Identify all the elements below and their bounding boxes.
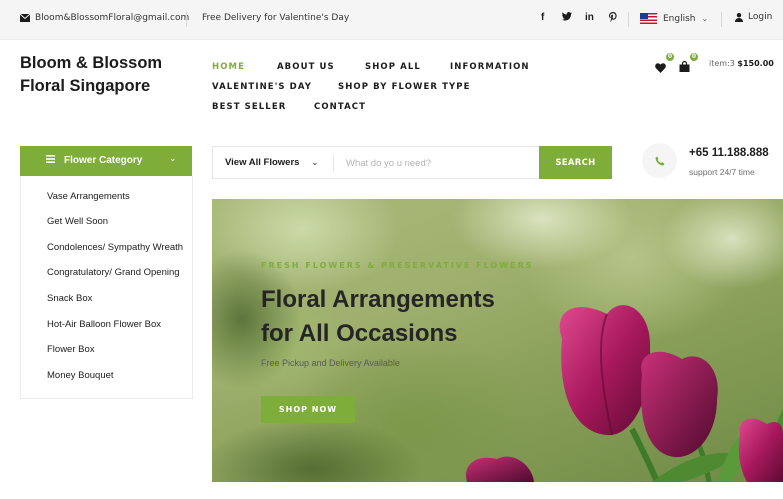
category-item[interactable]: Get Well Soon: [47, 216, 108, 227]
delivery-notice: Free Delivery for Valentine's Day: [202, 13, 350, 23]
category-title: Flower Category: [64, 155, 143, 166]
search-input[interactable]: [346, 156, 536, 170]
login-label: Login: [748, 12, 773, 22]
cart-items-label: item:3: [709, 59, 735, 68]
search-button[interactable]: SEARCH: [539, 146, 612, 179]
nav-contact[interactable]: CONTACT: [314, 102, 366, 112]
hamburger-icon: [46, 155, 55, 163]
hero-banner: FRESH FLOWERS & PRESERVATIVE FLOWERS Flo…: [212, 199, 783, 482]
top-bar: Bloom&BlossomFloral@gmail.com Free Deliv…: [0, 0, 783, 40]
search-category-select[interactable]: View All Flowers ⌄: [225, 157, 318, 168]
hero-title: Floral Arrangements for All Occasions: [261, 283, 581, 351]
phone-number[interactable]: +65 11.188.888: [689, 147, 769, 159]
search-category-label: View All Flowers: [225, 157, 300, 168]
cart-button[interactable]: 0: [679, 53, 698, 76]
category-item[interactable]: Money Bouquet: [47, 370, 114, 381]
category-item[interactable]: Vase Arrangements: [47, 191, 130, 202]
twitter-icon[interactable]: [562, 12, 572, 24]
category-item[interactable]: Flower Box: [47, 344, 95, 355]
category-item[interactable]: Hot-Air Balloon Flower Box: [47, 319, 161, 330]
us-flag-icon: [640, 13, 657, 24]
nav-shop-all[interactable]: SHOP ALL: [365, 62, 421, 72]
nav-about-us[interactable]: ABOUT US: [277, 62, 335, 72]
divider: [186, 12, 187, 27]
site-header: Bloom & Blossom Floral Singapore HOME AB…: [0, 40, 783, 143]
login-link[interactable]: Login: [735, 12, 772, 22]
hero-kicker: FRESH FLOWERS & PRESERVATIVE FLOWERS: [261, 261, 534, 270]
wishlist-count-badge: 0: [666, 53, 674, 61]
logo-line-2: Floral Singapore: [20, 77, 151, 95]
hero-title-line-2: for All Occasions: [261, 320, 458, 347]
nav-valentines-day[interactable]: VALENTINE'S DAY: [212, 82, 312, 92]
envelope-icon: [20, 14, 30, 22]
nav-best-seller[interactable]: BEST SELLER: [212, 102, 286, 112]
divider: [721, 12, 722, 27]
phone-icon-circle: [642, 143, 677, 178]
cart-summary: item:3 $150.00: [709, 59, 774, 68]
flower-category-toggle[interactable]: Flower Category ⌄: [20, 146, 192, 176]
pinterest-icon[interactable]: [609, 12, 617, 24]
support-text: support 24/7 time: [689, 167, 755, 177]
hero-title-line-1: Floral Arrangements: [261, 286, 495, 313]
user-icon: [735, 12, 743, 22]
chevron-down-icon: ⌄: [169, 154, 177, 164]
category-list: Vase Arrangements Get Well Soon Condolen…: [20, 176, 193, 399]
email-text: Bloom&BlossomFloral@gmail.com: [35, 13, 190, 23]
header-email[interactable]: Bloom&BlossomFloral@gmail.com: [20, 13, 189, 23]
facebook-icon[interactable]: f: [541, 12, 544, 23]
shopping-bag-icon: [679, 60, 690, 72]
shop-now-button[interactable]: SHOP NOW: [261, 396, 355, 423]
category-item[interactable]: Condolences/ Sympathy Wreath: [47, 242, 183, 253]
site-logo[interactable]: Bloom & Blossom Floral Singapore: [20, 52, 200, 98]
category-item[interactable]: Congratulatory/ Grand Opening: [47, 267, 180, 278]
divider: [333, 155, 334, 172]
logo-line-1: Bloom & Blossom: [20, 54, 163, 72]
cart-total: $150.00: [737, 59, 774, 68]
language-selector[interactable]: English ⌄: [640, 13, 708, 24]
nav-home[interactable]: HOME: [212, 62, 245, 72]
linkedin-icon[interactable]: in: [585, 12, 594, 23]
nav-information[interactable]: INFORMATION: [450, 62, 530, 72]
chevron-down-icon: ⌄: [311, 158, 319, 167]
chevron-down-icon: ⌄: [701, 14, 709, 23]
heart-icon: [655, 63, 666, 73]
category-item[interactable]: Snack Box: [47, 293, 92, 304]
language-label: English: [663, 13, 696, 24]
wishlist-button[interactable]: 0: [655, 53, 674, 77]
search-bar: View All Flowers ⌄ SEARCH: [212, 146, 612, 179]
divider: [628, 12, 629, 27]
nav-shop-by-flower-type[interactable]: SHOP BY FLOWER TYPE: [338, 82, 471, 92]
phone-icon: [655, 156, 664, 165]
hero-subtitle: Free Pickup and Delivery Available: [261, 358, 400, 368]
cart-count-badge: 0: [690, 53, 698, 61]
